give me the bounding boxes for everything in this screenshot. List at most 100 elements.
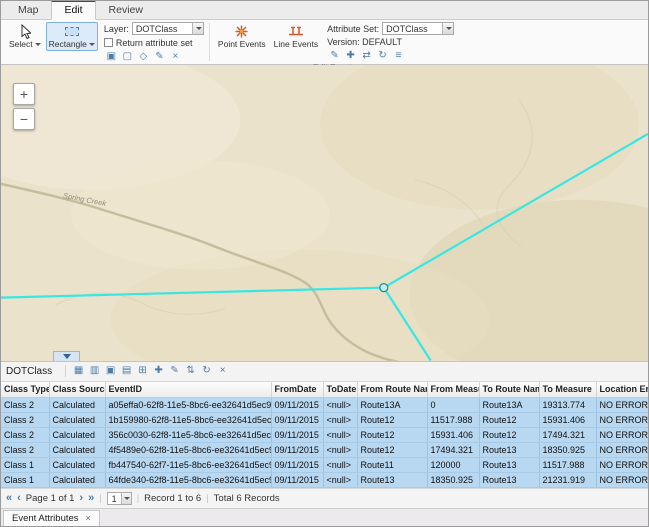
layer-select[interactable]: DOTClass <box>132 22 204 35</box>
table-cell: 15931.406 <box>427 428 479 443</box>
chevron-down-icon <box>63 354 71 359</box>
table-cell: <null> <box>323 443 357 458</box>
table-cell: 4f5489e0-62f8-11e5-8bc6-ee32641d5ec9 <box>105 443 271 458</box>
attribute-table-icon[interactable]: ▦ <box>71 364 86 378</box>
zoom-out-button[interactable]: − <box>13 108 35 130</box>
column-header[interactable]: From Measure <box>427 382 479 398</box>
column-header[interactable]: Class Type <box>1 382 49 398</box>
table-cell: NO ERROR <box>596 458 648 473</box>
select-by-shape-icon[interactable]: ◇ <box>136 50 151 64</box>
table-cell: Route12 <box>357 443 427 458</box>
table-cell: 09/11/2015 <box>271 443 323 458</box>
table-row[interactable]: Class 2Calculated1b159980-62f8-11e5-8bc6… <box>1 413 648 428</box>
table-row[interactable]: Class 2Calculated356c0030-62f8-11e5-8bc6… <box>1 428 648 443</box>
previous-page-button[interactable]: ‹ <box>17 493 21 504</box>
highlight-selected-icon[interactable]: ▣ <box>103 364 118 378</box>
tab-review[interactable]: Review <box>97 2 155 19</box>
edit-record-icon[interactable]: ✎ <box>167 364 182 378</box>
return-attribute-set-checkbox[interactable] <box>104 38 113 47</box>
table-cell: Route13 <box>479 458 539 473</box>
first-page-button[interactable]: « <box>6 493 12 504</box>
table-row[interactable]: Class 2Calculateda05effa0-62f8-11e5-8bc6… <box>1 398 648 413</box>
rectangle-button[interactable]: Rectangle <box>46 22 98 51</box>
table-cell: <null> <box>323 398 357 413</box>
table-cell: NO ERROR <box>596 473 648 488</box>
recalculate-icon[interactable]: ↻ <box>375 49 390 63</box>
dropdown-arrow-icon[interactable] <box>121 493 131 504</box>
add-event-icon[interactable]: ✚ <box>343 49 358 63</box>
table-row[interactable]: Class 2Calculated4f5489e0-62f8-11e5-8bc6… <box>1 443 648 458</box>
table-cell: Route13 <box>479 443 539 458</box>
event-attributes-tab-label: Event Attributes <box>12 513 79 524</box>
dropdown-arrow-icon[interactable] <box>442 23 453 34</box>
column-header[interactable]: ToDate <box>323 382 357 398</box>
tab-edit[interactable]: Edit <box>51 0 95 20</box>
last-page-button[interactable]: » <box>88 493 94 504</box>
table-cell: 09/11/2015 <box>271 413 323 428</box>
table-cell: Class 2 <box>1 443 49 458</box>
swap-measures-icon[interactable]: ⇄ <box>359 49 374 63</box>
open-table-icon[interactable]: ⊞ <box>135 364 150 378</box>
column-header[interactable]: From Route Name <box>357 382 427 398</box>
column-header[interactable]: FromDate <box>271 382 323 398</box>
table-cell: 356c0030-62f8-11e5-8bc6-ee32641d5ec9 <box>105 428 271 443</box>
clear-table-selection-icon[interactable]: × <box>215 364 230 378</box>
ribbon: Select Rectangle Layer: DOTClass <box>1 20 648 65</box>
column-header[interactable]: EventID <box>105 382 271 398</box>
clear-selection-icon[interactable]: ▢ <box>120 50 135 64</box>
bottom-tab-bar: Event Attributes × <box>1 508 648 526</box>
column-header[interactable]: Class Source <box>49 382 105 398</box>
column-header[interactable]: To Measure <box>539 382 596 398</box>
cancel-selection-icon[interactable]: × <box>168 50 183 64</box>
dropdown-arrow-icon <box>35 43 41 46</box>
table-cell: 09/11/2015 <box>271 473 323 488</box>
table-cell: Class 2 <box>1 428 49 443</box>
point-events-label: Point Events <box>218 40 266 49</box>
select-button[interactable]: Select <box>6 22 44 51</box>
column-header[interactable]: To Route Name <box>479 382 539 398</box>
event-attributes-tab[interactable]: Event Attributes × <box>3 510 100 526</box>
page-number-input[interactable]: 1 <box>107 492 132 505</box>
show-selected-records-icon[interactable]: ▥ <box>87 364 102 378</box>
table-cell: Route12 <box>479 413 539 428</box>
table-cell: NO ERROR <box>596 413 648 428</box>
close-icon[interactable]: × <box>86 514 91 523</box>
map-canvas[interactable]: Spring Creek + − <box>1 65 648 361</box>
table-cell: 11517.988 <box>539 458 596 473</box>
table-cell: 0 <box>427 398 479 413</box>
table-row[interactable]: Class 1Calculatedfb447540-62f7-11e5-8bc6… <box>1 458 648 473</box>
table-cell: 64fde340-62f8-11e5-8bc6-ee32641d5ec9 <box>105 473 271 488</box>
table-cell: Route12 <box>357 413 427 428</box>
ribbon-tab-bar: Map Edit Review <box>1 1 648 20</box>
add-record-icon[interactable]: ✚ <box>151 364 166 378</box>
layer-label: Layer: <box>104 24 129 34</box>
table-cell: Class 2 <box>1 413 49 428</box>
select-features-icon[interactable]: ▣ <box>104 50 119 64</box>
table-cell: 21231.919 <box>539 473 596 488</box>
dropdown-arrow-icon[interactable] <box>192 23 203 34</box>
line-events-icon <box>288 24 304 39</box>
pager-separator: | <box>137 493 139 504</box>
panel-collapse-handle[interactable] <box>53 351 80 361</box>
table-cell: 19313.774 <box>539 398 596 413</box>
attribute-set-select[interactable]: DOTClass <box>382 22 454 35</box>
pagination-bar: « ‹ Page 1 of 1 › » | 1 | Record 1 to 6 … <box>1 488 648 508</box>
edit-selection-icon[interactable]: ✎ <box>152 50 167 64</box>
point-events-button[interactable]: Point Events <box>215 22 269 51</box>
event-options-icon[interactable]: ≡ <box>391 49 406 63</box>
tab-map[interactable]: Map <box>6 2 50 19</box>
edit-event-icon[interactable]: ✎ <box>327 49 342 63</box>
table-toolbar: DOTClass ▦▥▣▤⊞✚✎⇅↻× <box>1 362 648 382</box>
column-header[interactable]: Location Error <box>596 382 648 398</box>
sort-records-icon[interactable]: ⇅ <box>183 364 198 378</box>
table-cell: Class 1 <box>1 473 49 488</box>
export-table-icon[interactable]: ▤ <box>119 364 134 378</box>
table-row[interactable]: Class 1Calculated64fde340-62f8-11e5-8bc6… <box>1 473 648 488</box>
zoom-in-button[interactable]: + <box>13 83 35 105</box>
table-cell: Calculated <box>49 473 105 488</box>
line-events-button[interactable]: Line Events <box>271 22 321 51</box>
refresh-table-icon[interactable]: ↻ <box>199 364 214 378</box>
page-label: Page 1 of 1 <box>26 493 75 504</box>
next-page-button[interactable]: › <box>79 493 83 504</box>
event-attributes-table: Class TypeClass SourceEventIDFromDateToD… <box>1 382 649 489</box>
